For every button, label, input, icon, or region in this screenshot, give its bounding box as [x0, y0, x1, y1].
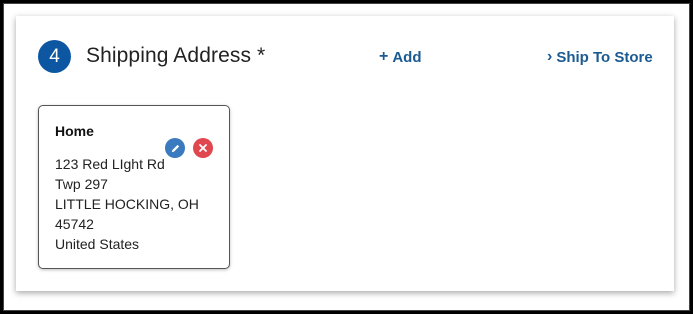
add-address-label: Add	[392, 48, 422, 66]
close-icon	[199, 144, 207, 152]
address-line: LITTLE HOCKING, OH	[55, 196, 199, 212]
section-title: Shipping Address *	[86, 44, 266, 67]
address-line: 45742	[55, 216, 94, 232]
step-number-badge: 4	[38, 40, 71, 73]
address-name: Home	[55, 123, 94, 139]
address-line: 123 Red LIght Rd	[55, 156, 165, 172]
address-lines: 123 Red LIght Rd Twp 297 LITTLE HOCKING,…	[55, 154, 199, 254]
ship-to-store-button[interactable]: › Ship To Store	[547, 48, 653, 66]
address-line: United States	[55, 236, 140, 252]
chevron-right-icon: ›	[547, 48, 553, 65]
address-card[interactable]: Home 123 Red LIght Rd Twp 297 LITTLE HOC…	[38, 105, 230, 269]
pencil-icon	[171, 144, 179, 152]
ship-to-store-label: Ship To Store	[556, 48, 653, 66]
add-address-button[interactable]: + Add	[379, 48, 422, 66]
plus-icon: +	[379, 48, 389, 65]
address-line: Twp 297	[55, 176, 108, 192]
step-number: 4	[49, 45, 60, 67]
